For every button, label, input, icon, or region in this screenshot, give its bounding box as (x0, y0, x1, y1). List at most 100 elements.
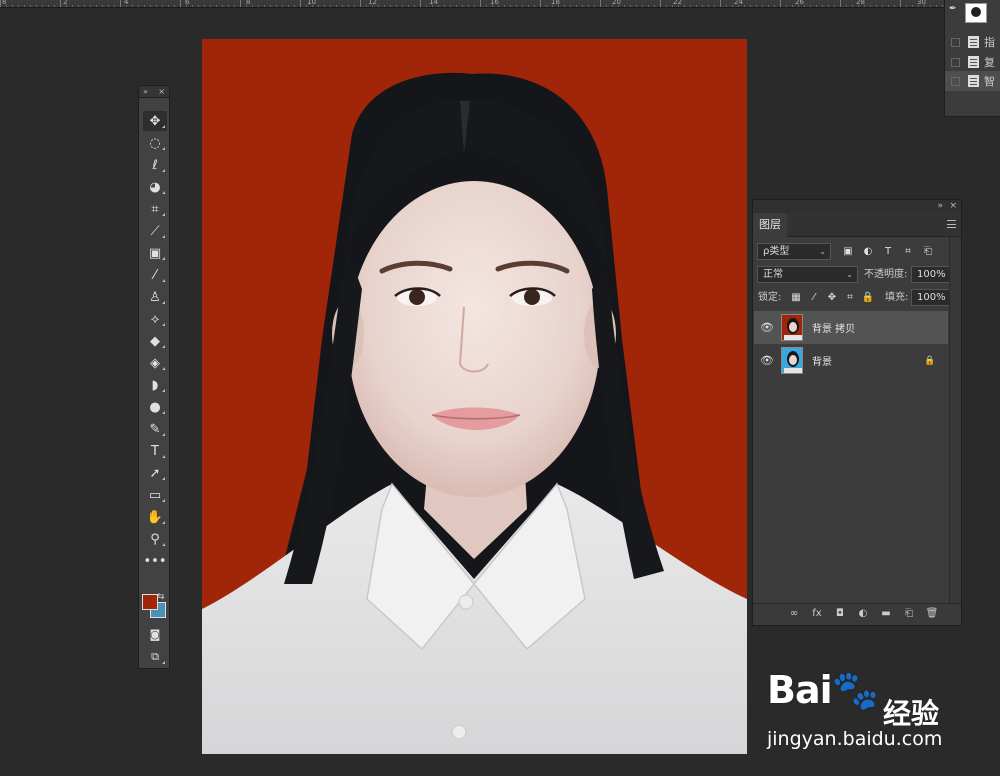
layer-name[interactable]: 背景 拷贝 (812, 320, 948, 335)
pixel-filter-icon[interactable]: ▣ (841, 245, 855, 259)
healing-brush-tool[interactable]: ▣ (143, 243, 167, 263)
foreground-color-swatch[interactable] (142, 594, 158, 610)
crop-tool[interactable]: ⌗ (143, 199, 167, 219)
more-tools[interactable]: ••• (143, 551, 167, 571)
panel-menu-icon[interactable] (947, 220, 956, 228)
move-tool[interactable]: ✥ (143, 111, 167, 131)
collapse-icon[interactable]: » (937, 200, 943, 213)
baidu-watermark: Bai🐾 经验 jingyan.baidu.com (765, 668, 995, 768)
zoom-tool[interactable]: ⚲ (143, 529, 167, 549)
blend-mode-select[interactable]: 正常 ⌄ (757, 266, 858, 283)
layers-panel-titlebar[interactable]: » × (753, 200, 961, 213)
adjustment-layer-icon[interactable]: ◐ (856, 608, 870, 619)
tab-layers[interactable]: 图层 (753, 213, 787, 237)
ruler-tick (240, 0, 241, 7)
lock-artboard-icon[interactable]: ⌗ (843, 291, 857, 305)
swap-colors-icon[interactable]: ⇆ (157, 592, 165, 602)
ruler-tick (276, 5, 277, 7)
eye-icon[interactable]: 👁 (754, 321, 780, 334)
screen-mode-icon[interactable]: ⧉ (143, 647, 167, 667)
layer-row-background[interactable]: 👁 背景 🔒 (754, 344, 948, 377)
ruler-tick (726, 5, 727, 7)
new-group-icon[interactable]: ▬ (879, 608, 893, 619)
history-checkbox[interactable] (951, 76, 960, 86)
ruler-tick (840, 0, 841, 7)
history-checkbox[interactable] (951, 57, 960, 67)
dodge-tool[interactable]: ● (143, 397, 167, 417)
paint-bucket-tool[interactable]: ◈ (143, 353, 167, 373)
ruler-tick (810, 5, 811, 7)
lock-paint-icon[interactable]: ⁄ (807, 291, 821, 305)
brush-tool[interactable]: ⁄ (143, 265, 167, 285)
smart-object-filter-icon[interactable]: ⎗ (921, 245, 935, 259)
eye-icon[interactable]: 👁 (754, 354, 780, 367)
baidu-logo: Bai🐾 (767, 668, 879, 712)
ruler-tick (936, 5, 937, 7)
ruler-tick (12, 5, 13, 7)
ruler-tick (816, 5, 817, 7)
hand-tool[interactable]: ✋ (143, 507, 167, 527)
quick-mask-icon[interactable]: ◙ (143, 624, 167, 644)
link-layers-icon[interactable]: ∞ (787, 608, 801, 619)
ruler-tick (210, 5, 211, 7)
eraser-tool[interactable]: ◆ (143, 331, 167, 351)
lock-label: 锁定: (758, 292, 782, 303)
tools-panel-titlebar[interactable]: » × (139, 86, 169, 98)
quick-select-tool[interactable]: ◕ (143, 177, 167, 197)
layer-thumbnail (781, 314, 803, 341)
lock-icon[interactable]: 🔒 (922, 356, 938, 366)
ruler-tick (702, 5, 703, 7)
ruler-tick (72, 5, 73, 7)
snapshot-thumbnail[interactable] (965, 3, 987, 23)
layer-name[interactable]: 背景 (812, 353, 922, 368)
layer-row-background-copy[interactable]: 👁 背景 拷贝 (754, 311, 948, 344)
pen-tool[interactable]: ✎ (143, 419, 167, 439)
history-label: 智 (984, 75, 995, 88)
ruler-tick (912, 5, 913, 7)
close-icon[interactable]: × (949, 200, 957, 213)
ruler-number: 26 (795, 0, 804, 6)
ruler-tick (354, 5, 355, 7)
rectangle-tool[interactable]: ▭ (143, 485, 167, 505)
document-icon (968, 36, 979, 48)
history-item[interactable]: 复 (945, 52, 1000, 72)
lock-pixels-icon[interactable]: ▦ (789, 291, 803, 305)
ruler-tick (594, 5, 595, 7)
close-icon[interactable]: × (158, 86, 165, 98)
marquee-tool[interactable]: ◌ (143, 133, 167, 153)
shape-filter-icon[interactable]: ⌗ (901, 245, 915, 259)
ruler-tick (90, 5, 91, 7)
ruler-tick (606, 5, 607, 7)
ruler-tick (96, 5, 97, 7)
blur-tool[interactable]: ◗ (143, 375, 167, 395)
history-brush-tool[interactable]: ⟡ (143, 309, 167, 329)
adjustment-filter-icon[interactable]: ◐ (861, 245, 875, 259)
type-tool[interactable]: T (143, 441, 167, 461)
trash-icon[interactable]: 🗑 (925, 608, 939, 619)
collapse-icon[interactable]: » (143, 86, 148, 98)
history-checkbox[interactable] (951, 37, 960, 47)
layer-filter-select[interactable]: ρ类型 ⌄ (757, 243, 831, 260)
lasso-tool[interactable]: ℓ (143, 155, 167, 175)
history-item[interactable]: 智 (945, 71, 1000, 91)
type-filter-icon[interactable]: T (881, 245, 895, 259)
fx-icon[interactable]: fx (810, 608, 824, 619)
ruler-tick (906, 5, 907, 7)
lock-position-icon[interactable]: ✥ (825, 291, 839, 305)
history-item[interactable]: 指 (945, 32, 1000, 52)
ruler-tick (774, 5, 775, 7)
document-canvas[interactable] (202, 39, 747, 754)
ruler-tick (666, 5, 667, 7)
path-select-tool[interactable]: ➚ (143, 463, 167, 483)
ruler-tick (804, 5, 805, 7)
lock-all-icon[interactable]: 🔒 (861, 291, 875, 305)
clone-stamp-tool[interactable]: ♙ (143, 287, 167, 307)
ruler-tick (828, 5, 829, 7)
ruler-number: 12 (368, 0, 377, 6)
add-mask-icon[interactable]: ◘ (833, 608, 847, 619)
ruler-tick (228, 5, 229, 7)
new-layer-icon[interactable]: ⎗ (902, 608, 916, 619)
eyedropper-tool[interactable]: ⟋ (143, 221, 167, 241)
layers-scrollbar[interactable] (949, 237, 961, 604)
ruler-tick (258, 5, 259, 7)
